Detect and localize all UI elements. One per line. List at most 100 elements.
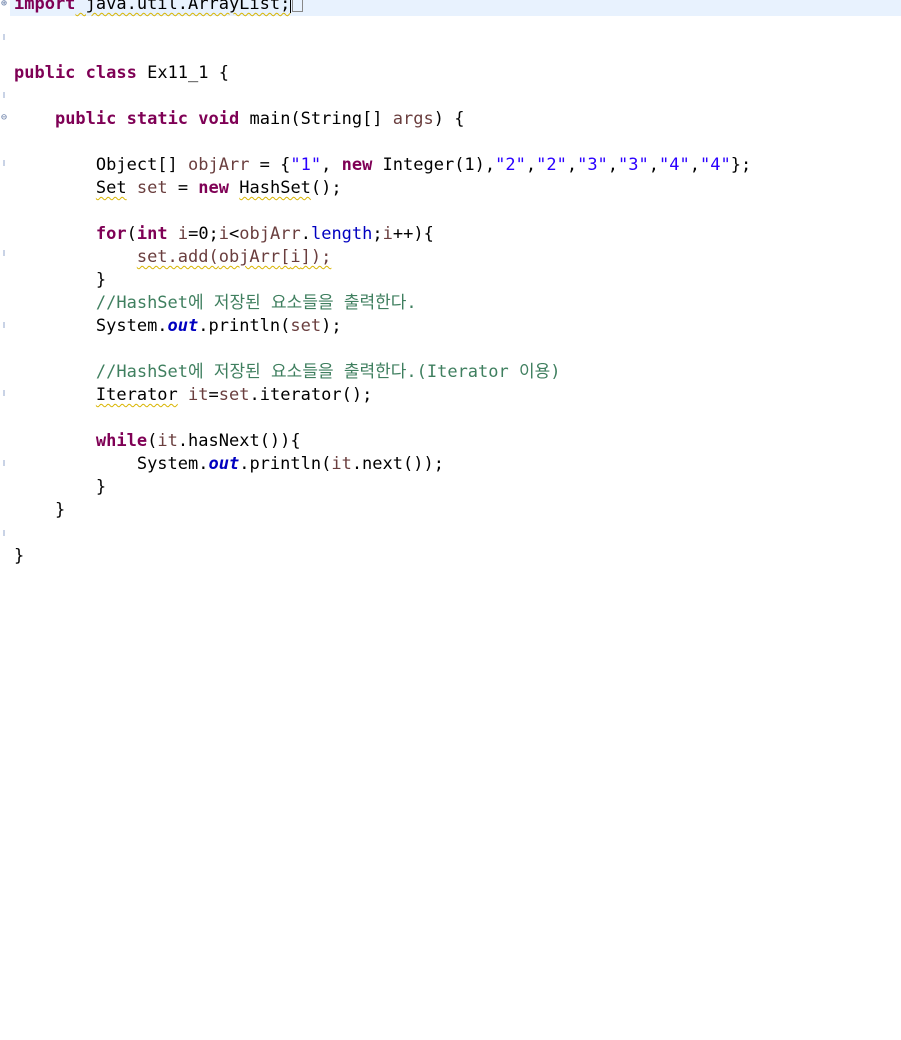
string: "4" xyxy=(699,155,731,175)
gutter-marker xyxy=(3,390,5,396)
import-text: java.util.ArrayList; xyxy=(75,0,291,14)
code-line-class[interactable]: public class Ex11_1 { xyxy=(14,62,229,85)
parameter: args xyxy=(392,109,434,129)
punct: ; xyxy=(372,224,383,244)
code-text: System. xyxy=(136,454,209,474)
gutter-marker xyxy=(3,460,5,466)
punct: = xyxy=(167,178,199,198)
code-editor[interactable]: ⊕ ⊖ import java.util.ArrayList; public c… xyxy=(0,0,901,581)
code-line-while[interactable]: while(it.hasNext()){ xyxy=(14,430,301,453)
code-line-close[interactable]: } xyxy=(14,499,65,522)
punct: ]); xyxy=(300,247,332,267)
brace: } xyxy=(54,500,66,520)
keyword: public xyxy=(14,63,76,83)
static-field: out xyxy=(208,454,240,474)
gutter-marker xyxy=(3,322,5,328)
keyword: void xyxy=(198,109,240,129)
gutter-marker xyxy=(3,530,5,536)
brace: } xyxy=(95,270,107,290)
variable: it xyxy=(188,385,209,405)
code-line-close[interactable]: } xyxy=(14,476,106,499)
string: "3" xyxy=(577,155,608,175)
punct: }; xyxy=(730,155,752,175)
punct: , xyxy=(321,155,342,175)
punct: =0; xyxy=(188,224,219,244)
code-text: .iterator(); xyxy=(249,385,373,405)
variable: set xyxy=(218,385,250,405)
code-line-comment[interactable]: //HashSet에 저장된 요소들을 출력한다.(Iterator 이용) xyxy=(14,361,561,384)
code-text: .println( xyxy=(198,316,291,336)
string: "3" xyxy=(618,155,649,175)
type: HashSet xyxy=(239,178,311,198)
code-line-objarr[interactable]: Object[] objArr = {"1", new Integer(1),"… xyxy=(14,154,751,177)
code-line-close[interactable]: } xyxy=(14,545,24,568)
code-line-comment[interactable]: //HashSet에 저장된 요소들을 출력한다. xyxy=(14,292,417,315)
punct: ++){ xyxy=(392,224,434,244)
punct: , xyxy=(648,155,660,175)
keyword: static xyxy=(126,109,189,129)
gutter-marker xyxy=(3,92,5,98)
variable: i xyxy=(290,247,301,267)
punct: , xyxy=(525,155,537,175)
class-name: Ex11_1 { xyxy=(136,63,229,83)
fold-collapsed-icon[interactable]: ⊕ xyxy=(1,0,7,9)
editor-gutter[interactable]: ⊕ ⊖ xyxy=(0,0,10,581)
punct: , xyxy=(566,155,578,175)
punct: ) { xyxy=(433,109,465,129)
punct: ); xyxy=(321,316,342,336)
keyword: new xyxy=(198,178,230,198)
code-line-main[interactable]: public static void main(String[] args) { xyxy=(14,108,465,131)
fold-expanded-icon[interactable]: ⊖ xyxy=(1,113,7,123)
code-line-set[interactable]: Set set = new HashSet(); xyxy=(14,177,342,200)
code-text: Integer(1), xyxy=(372,155,496,175)
set-add-call: set.add(objArr[i]); xyxy=(137,247,332,267)
text-caret xyxy=(290,0,292,13)
code-line-import[interactable]: import java.util.ArrayList; xyxy=(14,0,304,16)
string: "1" xyxy=(290,155,322,175)
code-line-iterator[interactable]: Iterator it=set.iterator(); xyxy=(14,384,372,407)
variable: objArr xyxy=(239,224,301,244)
keyword: public xyxy=(54,109,117,129)
code-text: System. xyxy=(95,316,168,336)
punct: ( xyxy=(147,431,158,451)
punct: . xyxy=(300,224,311,244)
variable: it xyxy=(157,431,178,451)
comment: //HashSet에 저장된 요소들을 출력한다.(Iterator 이용) xyxy=(95,362,561,382)
keyword: new xyxy=(341,155,373,175)
brace: } xyxy=(14,546,25,566)
code-line-add[interactable]: set.add(objArr[i]); xyxy=(14,246,332,269)
caret-box xyxy=(292,0,304,12)
variable: set xyxy=(136,178,168,198)
variable: set xyxy=(290,316,322,336)
variable: objArr xyxy=(188,155,250,175)
punct: ( xyxy=(126,224,137,244)
code-line-for[interactable]: for(int i=0;i<objArr.length;i++){ xyxy=(14,223,434,246)
string: "4" xyxy=(659,155,690,175)
punct: = { xyxy=(249,155,291,175)
string: "2" xyxy=(495,155,526,175)
type: Iterator xyxy=(95,385,178,405)
punct: [ xyxy=(280,247,291,267)
method-signature: main(String[] xyxy=(239,109,393,129)
call: set.add( xyxy=(136,247,219,267)
punct: , xyxy=(607,155,619,175)
type: Set xyxy=(95,178,127,198)
code-text: .hasNext()){ xyxy=(177,431,301,451)
type: Object[] xyxy=(95,155,189,175)
gutter-marker xyxy=(3,250,5,256)
punct: = xyxy=(208,385,219,405)
code-line-close[interactable]: } xyxy=(14,269,106,292)
code-line-println[interactable]: System.out.println(it.next()); xyxy=(14,453,444,476)
code-line-println[interactable]: System.out.println(set); xyxy=(14,315,342,338)
comment: //HashSet에 저장된 요소들을 출력한다. xyxy=(95,293,417,313)
keyword: for xyxy=(95,224,127,244)
code-area[interactable]: import java.util.ArrayList; public class… xyxy=(14,0,751,1040)
punct: (); xyxy=(310,178,342,198)
variable: i xyxy=(177,224,189,244)
variable: it xyxy=(331,454,352,474)
gutter-marker xyxy=(3,160,5,166)
